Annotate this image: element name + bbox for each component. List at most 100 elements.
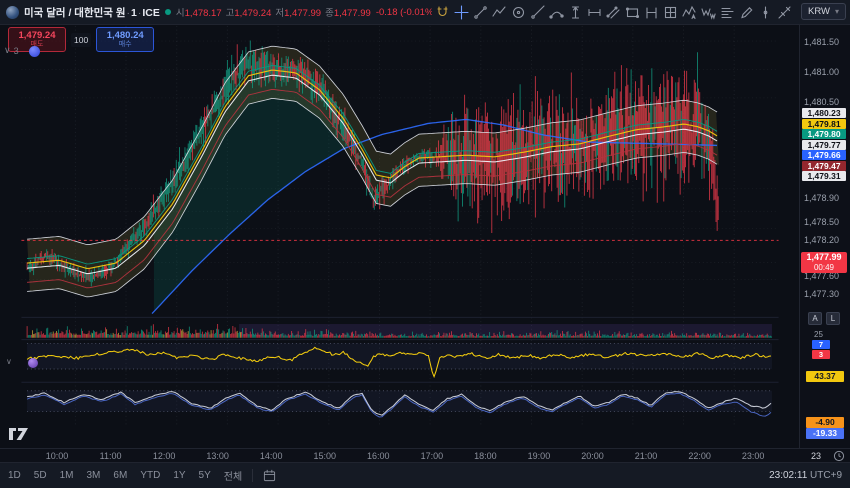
buy-button[interactable]: 1,480.24매수	[96, 27, 154, 52]
price-tick: 1,478.20	[800, 235, 848, 245]
time-tick: 13:00	[203, 451, 233, 461]
price-tick: 1,481.00	[800, 67, 848, 77]
log-scale-button[interactable]: L	[826, 312, 840, 325]
ohlc-readout: 시1,478.17고1,479.24저1,477.99종1,477.99	[176, 5, 371, 19]
price-tick: 1,477.30	[800, 289, 848, 299]
ma-value-label: 1,479.80	[802, 129, 846, 139]
tradingview-logo[interactable]	[8, 425, 32, 440]
oscillator2-value-b: -19.33	[806, 428, 844, 439]
auto-scale-button[interactable]: A	[808, 312, 822, 325]
chart-area[interactable]: 1,479.24매도 100 1,480.24매수 ∨3 ∨	[0, 24, 800, 448]
symbol-title[interactable]: 미국 달러 / 대한민국 원·1·ICE	[24, 5, 160, 20]
chevron-down-icon: ∨	[4, 45, 11, 56]
price-scale[interactable]: 1,477.99 00:49 AL 25 7 3 43.37 -4.90 -19…	[799, 24, 850, 448]
symbol-logo-icon	[6, 6, 19, 19]
range-button-3m[interactable]: 3M	[87, 470, 101, 481]
bar-countdown: 00:49	[801, 263, 847, 273]
trend-line-icon[interactable]	[472, 4, 488, 20]
circle-marker-icon[interactable]	[510, 4, 526, 20]
zigzag-icon[interactable]	[491, 4, 507, 20]
chevron-down-icon: ▾	[835, 7, 839, 16]
price-tick: 1,481.50	[800, 37, 848, 47]
time-tick: 10:00	[42, 451, 72, 461]
time-tick: 21:00	[631, 451, 661, 461]
range-button-5y[interactable]: 5Y	[199, 470, 211, 481]
vertical-line-icon[interactable]	[757, 4, 773, 20]
drawing-toolbar	[434, 0, 792, 24]
brush-icon[interactable]	[738, 4, 754, 20]
indicator-badge-icon-purple[interactable]	[28, 358, 38, 368]
range-button-1d[interactable]: 1D	[8, 470, 21, 481]
session-clock[interactable]: 23:02:11 UTC+9	[769, 470, 842, 481]
symbol-header: 미국 달러 / 대한민국 원·1·ICE 시1,478.17고1,479.24저…	[6, 0, 432, 24]
sell-count-badge: 3	[812, 350, 830, 359]
chevron-down-icon: ∨	[6, 357, 12, 366]
grid-box-icon[interactable]	[662, 4, 678, 20]
volume-profile-icon[interactable]	[719, 4, 735, 20]
time-tick: 19:00	[524, 451, 554, 461]
range-button-ytd[interactable]: YTD	[140, 470, 160, 481]
price-tick: 1,478.90	[800, 193, 848, 203]
market-status-icon	[165, 9, 171, 15]
change-readout: -0.18 (-0.01%)	[376, 7, 432, 18]
time-tick: 20:00	[578, 451, 608, 461]
price-tick: 1,480.50	[800, 97, 848, 107]
time-tick: 14:00	[256, 451, 286, 461]
price-range-icon[interactable]	[567, 4, 583, 20]
ma-value-label: 1,479.81	[802, 119, 846, 129]
time-tick: 17:00	[417, 451, 447, 461]
oscillator1-value: 43.37	[806, 371, 844, 382]
time-tick: 11:00	[96, 451, 126, 461]
chart-canvas[interactable]	[0, 24, 800, 448]
time-tick: 12:00	[149, 451, 179, 461]
curve-icon[interactable]	[548, 4, 564, 20]
rectangle-icon[interactable]	[624, 4, 640, 20]
quantity-field[interactable]: 100	[71, 33, 91, 47]
range-button-6m[interactable]: 6M	[113, 470, 127, 481]
bottom-toolbar: 1D 5D 1M 3M 6M YTD 1Y 5Y 전체 23:02:11 UTC+9	[0, 462, 850, 488]
ma-value-label: 1,479.31	[802, 171, 846, 181]
ma-value-label: 1,479.77	[802, 140, 846, 150]
range-button-1m[interactable]: 1M	[60, 470, 74, 481]
buy-count-badge: 7	[812, 340, 830, 349]
top-toolbar: 미국 달러 / 대한민국 원·1·ICE 시1,478.17고1,479.24저…	[0, 0, 850, 25]
date-range-switcher: 1D 5D 1M 3M 6M YTD 1Y 5Y 전체	[8, 468, 242, 483]
ohlc-key: 종	[325, 8, 334, 19]
time-tick: 18:00	[470, 451, 500, 461]
ma-value-label: 1,479.47	[802, 161, 846, 171]
clock-icon[interactable]	[833, 450, 845, 462]
currency-dropdown[interactable]: KRW▾	[801, 3, 846, 20]
pitchfork-icon[interactable]	[776, 4, 792, 20]
magnet-icon[interactable]	[434, 4, 450, 20]
ma-value-label: 1,480.23	[802, 108, 846, 118]
last-price-label: 1,477.99 00:49	[801, 252, 847, 273]
trading-app: 미국 달러 / 대한민국 원·1·ICE 시1,478.17고1,479.24저…	[0, 0, 850, 488]
horizontal-range-icon[interactable]	[643, 4, 659, 20]
scale-mode-buttons: AL	[808, 312, 840, 325]
ohlc-value: 1,479.24	[234, 8, 271, 19]
time-tick: 22:00	[685, 451, 715, 461]
go-to-date-icon[interactable]	[263, 469, 276, 482]
elliott-wave-w-icon[interactable]	[700, 4, 716, 20]
oscillator-pane-collapse[interactable]: ∨	[6, 357, 12, 366]
time-tick: 15:00	[310, 451, 340, 461]
range-button-1y[interactable]: 1Y	[173, 470, 185, 481]
ohlc-key: 저	[275, 8, 284, 19]
range-button-전체[interactable]: 전체	[224, 468, 242, 483]
main-pane-collapse[interactable]: ∨3	[4, 45, 19, 56]
ohlc-value: 1,478.17	[185, 8, 222, 19]
ohlc-value: 1,477.99	[334, 8, 371, 19]
elliott-wave-a-icon[interactable]	[681, 4, 697, 20]
ohlc-value: 1,477.99	[284, 8, 321, 19]
parallel-channel-icon[interactable]	[605, 4, 621, 20]
indicator-badge-icon[interactable]	[29, 46, 40, 57]
time-tick: 16:00	[363, 451, 393, 461]
ray-icon[interactable]	[529, 4, 545, 20]
ohlc-key: 시	[176, 8, 185, 19]
measure-icon[interactable]	[586, 4, 602, 20]
crosshair-icon[interactable]	[453, 4, 469, 20]
time-axis[interactable]: 23 10:0011:0012:0013:0014:0015:0016:0017…	[0, 448, 850, 463]
range-button-5d[interactable]: 5D	[34, 470, 47, 481]
oscillator2-value-a: -4.90	[806, 417, 844, 428]
ma-value-label: 1,479.66	[802, 150, 846, 160]
